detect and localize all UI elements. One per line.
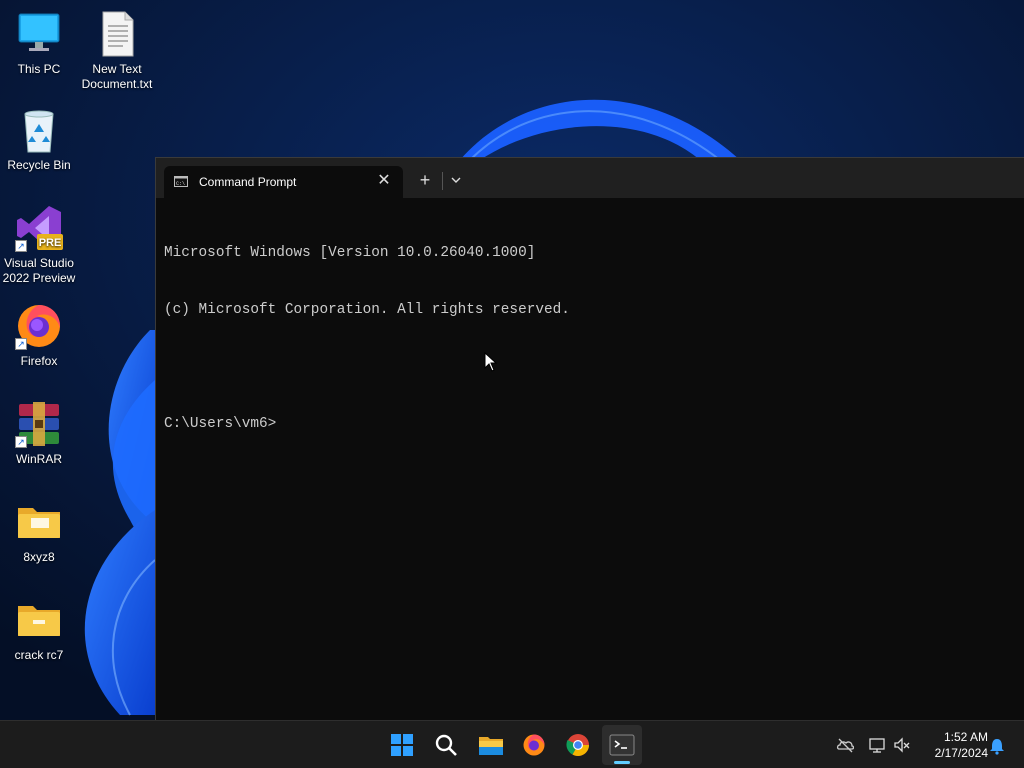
desktop-icon-label: Recycle Bin <box>7 158 71 172</box>
visual-studio-icon: PRE ↗ <box>15 204 63 252</box>
start-button[interactable] <box>386 729 418 761</box>
search-button[interactable] <box>430 729 462 761</box>
clock[interactable]: 1:52 AM 2/17/2024 <box>918 729 988 761</box>
desktop-icon-label: This PC <box>17 62 61 76</box>
desktop-icon-recycle-bin[interactable]: Recycle Bin <box>0 106 78 173</box>
network-icon[interactable] <box>868 736 886 754</box>
divider <box>442 172 443 190</box>
pre-badge: PRE <box>39 237 62 249</box>
terminal-icon <box>609 734 635 756</box>
firefox-taskbar-button[interactable] <box>518 729 550 761</box>
folder-icon <box>15 498 63 546</box>
desktop-icon-label: crack rc7 <box>14 648 64 662</box>
search-icon <box>435 734 457 756</box>
desktop-icon-label: Visual Studio 2022 Preview <box>2 256 76 285</box>
close-tab-button[interactable]: ✕ <box>375 172 393 190</box>
chrome-icon <box>566 734 589 756</box>
new-tab-button[interactable]: + <box>414 170 436 192</box>
desktop-icon-this-pc[interactable]: This PC <box>0 10 78 77</box>
onedrive-offline-icon[interactable] <box>836 736 854 754</box>
tab-title: Command Prompt <box>199 175 297 189</box>
clock-time: 1:52 AM <box>943 730 988 744</box>
active-app-indicator <box>614 761 630 764</box>
terminal-window[interactable]: C:\ Command Prompt ✕ + Microsoft Windows… <box>155 157 1024 720</box>
bell-icon[interactable] <box>988 737 1006 755</box>
taskbar: 1:52 AM 2/17/2024 <box>0 720 1024 768</box>
monitor-icon <box>15 10 63 58</box>
desktop-icon-winrar[interactable]: ↗ WinRAR <box>0 400 78 467</box>
text-file-icon <box>93 10 141 58</box>
volume-muted-icon[interactable] <box>893 736 911 754</box>
console-output[interactable]: Microsoft Windows [Version 10.0.26040.10… <box>164 206 570 472</box>
console-line: Microsoft Windows [Version 10.0.26040.10… <box>164 245 536 261</box>
cmd-icon: C:\ <box>174 176 188 187</box>
terminal-titlebar[interactable]: C:\ Command Prompt ✕ + <box>156 158 1024 198</box>
desktop-icon-visual-studio[interactable]: PRE ↗ Visual Studio 2022 Preview <box>0 204 78 286</box>
svg-text:C:\: C:\ <box>176 181 185 187</box>
folder-icon <box>15 596 63 644</box>
console-line: (c) Microsoft Corporation. All rights re… <box>164 302 570 318</box>
desktop-icon-label: Firefox <box>20 354 58 368</box>
desktop-icon-new-text-document[interactable]: New Text Document.txt <box>78 10 156 92</box>
shortcut-arrow-icon: ↗ <box>15 436 27 448</box>
recycle-bin-icon <box>15 106 63 154</box>
winrar-icon: ↗ <box>15 400 63 448</box>
command-prompt-line[interactable]: C:\Users\vm6> <box>164 415 570 434</box>
desktop-icon-label: 8xyz8 <box>23 550 55 564</box>
file-explorer-icon <box>479 737 503 755</box>
desktop-icon-folder-crack-rc7[interactable]: crack rc7 <box>0 596 78 663</box>
chrome-taskbar-button[interactable] <box>562 729 594 761</box>
clock-date: 2/17/2024 <box>934 746 988 760</box>
desktop-icon-label: WinRAR <box>15 452 62 466</box>
shortcut-arrow-icon: ↗ <box>15 338 27 350</box>
desktop-icon-folder-8xyz8[interactable]: 8xyz8 <box>0 498 78 565</box>
mouse-cursor-icon <box>484 352 498 372</box>
desktop-icon-firefox[interactable]: ↗ Firefox <box>0 302 78 369</box>
terminal-taskbar-button[interactable] <box>602 725 642 765</box>
file-explorer-button[interactable] <box>474 729 506 761</box>
shortcut-arrow-icon: ↗ <box>15 240 27 252</box>
chevron-down-icon[interactable] <box>448 172 464 188</box>
desktop-icon-label: New Text Document.txt <box>81 62 153 91</box>
firefox-icon: ↗ <box>15 302 63 350</box>
tab-command-prompt[interactable]: C:\ Command Prompt ✕ <box>164 166 403 198</box>
firefox-icon <box>523 734 545 756</box>
start-icon <box>391 734 413 756</box>
